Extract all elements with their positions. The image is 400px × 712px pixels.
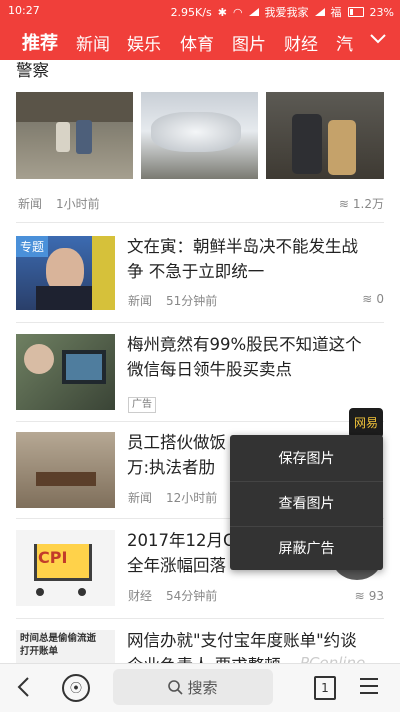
channel-tab-bar: 推荐 新闻 娱乐 体育 图片 财经 汽 xyxy=(0,22,400,60)
tab-sports[interactable]: 体育 xyxy=(180,30,214,55)
article-source: 新闻 xyxy=(18,197,43,211)
thumb-text: CPI xyxy=(38,548,68,567)
save-image-menu-item[interactable]: 保存图片 xyxy=(230,437,383,481)
article-time: 12小时前 xyxy=(166,491,218,505)
signal-icon xyxy=(248,8,259,16)
comment-icon: ≋ xyxy=(354,589,365,603)
battery-icon xyxy=(347,7,364,17)
comment-count[interactable]: ≋ 0 xyxy=(362,292,384,306)
tab-count-button[interactable]: 1 xyxy=(314,676,336,700)
tab-entertainment[interactable]: 娱乐 xyxy=(127,30,161,55)
carrier-label: 我爱我家 xyxy=(264,6,309,19)
article-time: 1小时前 xyxy=(56,197,100,211)
article-image[interactable] xyxy=(16,432,115,508)
article-image[interactable] xyxy=(16,92,133,179)
view-image-menu-item[interactable]: 查看图片 xyxy=(230,482,383,526)
divider xyxy=(16,421,384,422)
back-icon[interactable] xyxy=(16,676,30,702)
article-time: 54分钟前 xyxy=(166,589,218,603)
article-image[interactable] xyxy=(16,334,115,410)
comment-count[interactable]: ≋ 93 xyxy=(355,589,384,603)
divider xyxy=(16,618,384,619)
article-title: 文在寅：朝鲜半岛决不能发生战 争 不急于立即统一 xyxy=(127,237,358,281)
net-speed: 2.95K/s xyxy=(170,5,212,19)
topic-badge: 专题 xyxy=(16,236,49,257)
article-source: 新闻 xyxy=(128,294,153,308)
menu-icon[interactable] xyxy=(360,678,378,694)
search-bar[interactable]: 搜索 xyxy=(113,669,273,705)
battery-label: 23% xyxy=(369,5,394,19)
tab-news[interactable]: 新闻 xyxy=(76,30,110,55)
divider xyxy=(16,222,384,223)
thumb-text: 时间总是偷偷流逝 xyxy=(20,633,97,644)
ad-label: 广告 xyxy=(128,397,156,413)
bluetooth-icon: ✱ xyxy=(217,5,227,19)
article-time: 51分钟前 xyxy=(166,294,218,308)
article-image[interactable]: 专题 xyxy=(16,236,115,310)
thumb-text: 打开账单 xyxy=(20,646,59,657)
search-icon xyxy=(168,679,184,695)
comment-icon: ≋ xyxy=(362,292,373,306)
signal-icon-2 xyxy=(314,8,325,16)
article-image[interactable]: 时间总是偷偷流逝 打开账单 xyxy=(16,630,115,663)
article-title: 员工搭伙做饭 万:执法者肋 xyxy=(127,433,226,477)
article-image[interactable] xyxy=(266,92,384,179)
comment-count[interactable]: ≋ 1.2万 xyxy=(339,195,384,212)
search-label: 搜索 xyxy=(187,678,218,697)
article-source: 新闻 xyxy=(128,491,153,505)
status-time: 10:27 xyxy=(8,4,40,17)
ad-badge[interactable]: 网易 xyxy=(349,408,383,438)
bottom-toolbar: ⦿ 搜索 1 xyxy=(0,663,400,712)
article-source: 财经 xyxy=(128,589,153,603)
wifi-icon: ◠ xyxy=(232,5,243,19)
comment-icon: ≋ xyxy=(338,196,349,211)
status-bar: 10:27 2.95K/s ✱ ◠ 我爱我家 福 23% xyxy=(0,0,400,22)
block-ad-menu-item[interactable]: 屏蔽广告 xyxy=(230,527,383,571)
tab-pictures[interactable]: 图片 xyxy=(232,30,266,55)
article-title: 梅州竟然有99%股民不知道这个 微信每日领牛股买卖点 xyxy=(127,335,362,379)
tab-auto[interactable]: 汽 xyxy=(336,30,353,55)
audio-broadcast-icon[interactable]: ⦿ xyxy=(62,674,90,702)
chevron-down-icon[interactable] xyxy=(356,22,400,60)
context-menu: 保存图片 查看图片 屏蔽广告 xyxy=(230,435,383,570)
article-title: 警察 xyxy=(16,61,49,80)
tab-finance[interactable]: 财经 xyxy=(284,30,318,55)
carrier2-label: 福 xyxy=(330,6,342,19)
divider xyxy=(16,322,384,323)
tab-recommend[interactable]: 推荐 xyxy=(22,29,58,55)
article-image[interactable]: CPI xyxy=(16,530,115,606)
article-image[interactable] xyxy=(141,92,258,179)
article-title: 2017年12月C 全年涨幅回落 xyxy=(127,531,235,575)
